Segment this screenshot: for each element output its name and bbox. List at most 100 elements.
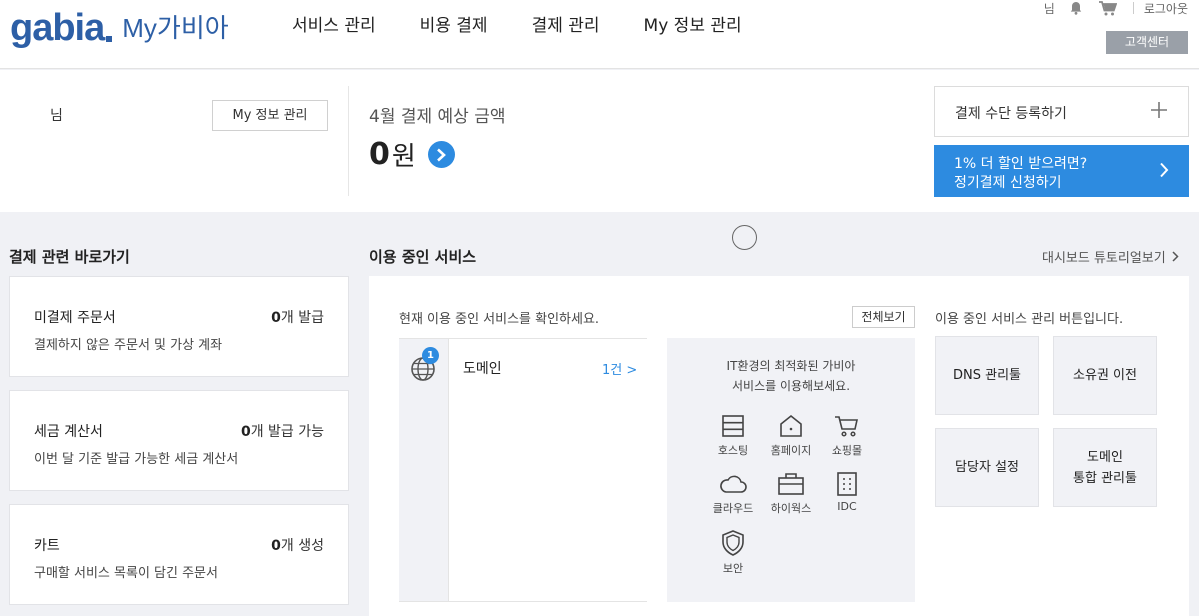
card-name: 카트 (34, 538, 60, 554)
manage-button-label: 담당자 설정 (955, 460, 1019, 475)
card-desc: 구매할 서비스 목록이 담긴 주문서 (34, 566, 218, 581)
subscribe-line2: 정기결제 신청하기 (954, 175, 1062, 191)
service-icon-column: 1 (399, 339, 449, 601)
domain-integrated-management-button[interactable]: 도메인 통합 관리툴 (1053, 428, 1157, 507)
card-count: 0개 발급 (271, 307, 324, 327)
loading-spinner-icon (732, 225, 757, 250)
promo-line1: IT환경의 최적화된 가비아 (726, 359, 856, 373)
card-count-number: 0 (271, 310, 281, 326)
cart-card[interactable]: 카트 0개 생성 구매할 서비스 목록이 담긴 주문서 (9, 504, 349, 605)
nav-service-management[interactable]: 서비스 관리 (270, 14, 398, 38)
building-icon (837, 472, 857, 496)
service-count-badge: 1 (422, 347, 439, 364)
card-name: 세금 계산서 (34, 424, 103, 440)
contact-settings-button[interactable]: 담당자 설정 (935, 428, 1039, 507)
expected-payment-amount: 0 원 (369, 136, 455, 173)
promo-security[interactable]: 보안 (703, 530, 763, 576)
summary-divider (348, 86, 349, 196)
card-count-suffix: 개 발급 가능 (250, 424, 324, 440)
util-divider (1132, 2, 1134, 14)
payment-amount-unit: 원 (391, 142, 416, 172)
card-count: 0개 생성 (271, 535, 324, 555)
promo-line2: 서비스를 이용해보세요. (731, 379, 851, 393)
nav-cost-payment[interactable]: 비용 결제 (398, 14, 510, 38)
user-name: 님 (50, 108, 63, 124)
main-nav: 서비스 관리 비용 결제 결제 관리 My 정보 관리 (270, 14, 764, 38)
promo-label: 홈페이지 (770, 444, 812, 457)
card-name: 미결제 주문서 (34, 310, 116, 326)
customer-center-button[interactable]: 고객센터 (1106, 31, 1188, 54)
view-all-button[interactable]: 전체보기 (852, 306, 915, 328)
card-count-number: 0 (271, 538, 281, 554)
payment-detail-arrow-icon[interactable] (427, 141, 455, 168)
bell-icon[interactable] (1069, 1, 1083, 15)
promo-label: 호스팅 (717, 444, 749, 457)
cloud-icon (720, 475, 747, 493)
dns-management-button[interactable]: DNS 관리툴 (935, 336, 1039, 415)
promo-homepage[interactable]: 홈페이지 (761, 414, 821, 458)
card-desc: 이번 달 기준 발급 가능한 세금 계산서 (34, 452, 239, 467)
account-summary: 님 My 정보 관리 4월 결제 예상 금액 0 원 결제 수단 등록하기 1%… (0, 70, 1199, 212)
promo-label: 하이웍스 (770, 502, 812, 515)
tutorial-label: 대시보드 튜토리얼보기 (1042, 251, 1166, 266)
services-in-use-title: 이용 중인 서비스 (369, 248, 477, 266)
promo-cloud[interactable]: 클라우드 (703, 472, 763, 516)
service-promo: IT환경의 최적화된 가비아 서비스를 이용해보세요. 호스팅 홈페이지 쇼핑몰… (667, 338, 915, 602)
logo-dot (106, 36, 113, 42)
hosting-icon (722, 415, 744, 437)
card-count: 0개 발급 가능 (241, 421, 324, 441)
homepage-icon (780, 414, 802, 437)
service-list: 1 도메인 1건 > (399, 338, 647, 602)
chevron-right-icon (1159, 162, 1169, 182)
logo-subtitle: My가비아 (122, 13, 229, 43)
management-description: 이용 중인 서비스 관리 버튼입니다. (935, 312, 1124, 327)
manage-button-label: DNS 관리툴 (953, 368, 1021, 383)
promo-idc[interactable]: IDC (817, 472, 877, 513)
gabia-logo[interactable]: gabia My가비아 (10, 4, 229, 48)
services-panel: 현재 이용 중인 서비스를 확인하세요. 전체보기 1 도메인 1건 > IT환… (369, 276, 1189, 616)
my-info-button[interactable]: My 정보 관리 (212, 100, 328, 131)
manage-button-label: 소유권 이전 (1073, 368, 1137, 383)
header-user-name: 님 (1043, 1, 1055, 16)
dashboard-tutorial-link[interactable]: 대시보드 튜토리얼보기 (1042, 247, 1179, 266)
promo-hiworks[interactable]: 하이웍스 (761, 472, 821, 516)
top-header: gabia My가비아 서비스 관리 비용 결제 결제 관리 My 정보 관리 … (0, 0, 1199, 69)
card-count-suffix: 개 생성 (280, 538, 324, 554)
register-payment-method-label: 결제 수단 등록하기 (955, 106, 1067, 122)
manage-button-label: 도메인 (1087, 449, 1123, 465)
briefcase-icon (778, 473, 804, 495)
subscribe-recurring-payment-button[interactable]: 1% 더 할인 받으려면? 정기결제 신청하기 (934, 145, 1189, 197)
cart-icon[interactable] (1098, 0, 1117, 16)
promo-hosting[interactable]: 호스팅 (703, 414, 763, 458)
card-desc: 결제하지 않은 주문서 및 가상 계좌 (34, 338, 223, 353)
tax-invoice-card[interactable]: 세금 계산서 0개 발급 가능 이번 달 기준 발급 가능한 세금 계산서 (9, 390, 349, 491)
logout-link[interactable]: 로그아웃 (1144, 0, 1188, 17)
promo-label: 클라우드 (712, 502, 754, 515)
service-count-link[interactable]: 1건 > (602, 359, 637, 378)
chevron-right-icon (1172, 251, 1179, 262)
ownership-transfer-button[interactable]: 소유권 이전 (1053, 336, 1157, 415)
plus-icon (1150, 101, 1168, 123)
expected-payment-label: 4월 결제 예상 금액 (369, 107, 506, 127)
logo-wordmark: gabia (10, 7, 105, 49)
card-count-suffix: 개 발급 (280, 310, 324, 326)
promo-label: 보안 (722, 562, 744, 575)
nav-payment-management[interactable]: 결제 관리 (510, 14, 622, 38)
promo-label: 쇼핑몰 (831, 444, 863, 457)
shield-icon (722, 530, 744, 556)
manage-button-label-line2: 통합 관리툴 (1073, 470, 1137, 486)
payment-shortcuts-title: 결제 관련 바로가기 (9, 248, 130, 266)
unpaid-orders-card[interactable]: 미결제 주문서 0개 발급 결제하지 않은 주문서 및 가상 계좌 (9, 276, 349, 377)
services-description: 현재 이용 중인 서비스를 확인하세요. (399, 312, 600, 327)
subscribe-line1: 1% 더 할인 받으려면? (954, 156, 1088, 172)
promo-message: IT환경의 최적화된 가비아 서비스를 이용해보세요. (667, 356, 915, 396)
card-count-number: 0 (240, 424, 251, 440)
service-name-domain: 도메인 (463, 361, 502, 377)
nav-my-info[interactable]: My 정보 관리 (622, 14, 764, 38)
register-payment-method-button[interactable]: 결제 수단 등록하기 (934, 86, 1189, 137)
utility-bar: 님 로그아웃 (1044, 0, 1188, 16)
payment-amount-value: 0 (369, 137, 390, 172)
promo-shoppingmall[interactable]: 쇼핑몰 (817, 414, 877, 458)
promo-label: IDC (837, 500, 857, 513)
cart-icon (835, 416, 858, 437)
